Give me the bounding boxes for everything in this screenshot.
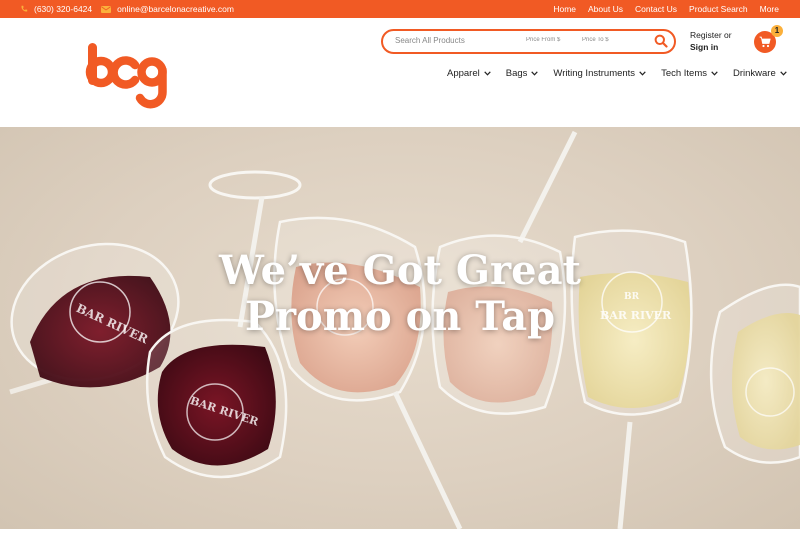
nav-item-bags[interactable]: Bags — [506, 68, 539, 79]
top-link-contact-us[interactable]: Contact Us — [635, 4, 677, 14]
chevron-down-icon — [484, 70, 491, 76]
cart-count-badge: 1 — [771, 25, 783, 37]
search-icon[interactable] — [654, 34, 668, 48]
top-link-product-search[interactable]: Product Search — [689, 4, 748, 14]
chevron-down-icon — [780, 70, 787, 76]
product-search-bar — [381, 29, 676, 54]
nav-item-label: Bags — [505, 67, 528, 79]
email-address: online@barcelonacreative.com — [117, 4, 234, 14]
hero-headline-line-1: We’ve Got Great — [219, 247, 581, 294]
top-link-about-us[interactable]: About Us — [588, 4, 623, 14]
sign-in-link[interactable]: Sign in — [690, 41, 732, 53]
nav-item-label: Tech Items — [661, 67, 707, 79]
email-contact[interactable]: online@barcelonacreative.com — [101, 4, 234, 14]
hero-headline: We’ve Got Great Promo on Tap — [0, 248, 800, 340]
hero-banner[interactable]: BAR RIVER BAR RIVER BAR RIVER BR We’ve G… — [0, 127, 800, 529]
page-bottom-strip — [0, 529, 800, 550]
top-links: Home About Us Contact Us Product Search … — [541, 0, 779, 18]
top-link-home[interactable]: Home — [553, 4, 576, 14]
contact-info: (630) 320-6424 online@barcelonacreative.… — [20, 0, 243, 18]
nav-item-tech-items[interactable]: Tech Items — [661, 68, 718, 79]
main-nav: Apparel Bags Writing Instruments Tech It… — [447, 66, 787, 80]
price-to-input[interactable] — [582, 37, 628, 43]
nav-item-writing-instruments[interactable]: Writing Instruments — [553, 68, 646, 79]
nav-item-label: Apparel — [447, 67, 480, 79]
nav-item-label: Drinkware — [733, 67, 776, 79]
search-input[interactable] — [395, 36, 515, 45]
phone-icon — [21, 5, 28, 12]
top-bar: (630) 320-6424 online@barcelonacreative.… — [0, 0, 800, 18]
top-link-more[interactable]: More — [760, 4, 779, 14]
nav-item-apparel[interactable]: Apparel — [447, 68, 491, 79]
glass-red-center: BAR RIVER — [145, 318, 288, 479]
chevron-down-icon — [531, 70, 539, 76]
account-links: Register or Sign in — [690, 29, 732, 53]
nav-item-label: Writing Instruments — [553, 67, 636, 79]
hero-headline-line-2: Promo on Tap — [244, 293, 556, 340]
chevron-down-icon — [711, 70, 718, 76]
nav-item-drinkware[interactable]: Drinkware — [733, 68, 787, 79]
cart-button[interactable]: 1 — [754, 25, 783, 53]
site-header: Register or Sign in 1 Apparel Bags Writi… — [0, 18, 800, 126]
chevron-down-icon — [639, 70, 646, 76]
phone-number: (630) 320-6424 — [34, 4, 93, 14]
envelope-icon — [101, 5, 112, 13]
price-from-input[interactable] — [526, 37, 576, 43]
register-link[interactable]: Register or — [690, 29, 732, 41]
phone-contact[interactable]: (630) 320-6424 — [20, 4, 92, 14]
shopping-cart-icon — [759, 36, 771, 48]
bcg-logo[interactable] — [85, 40, 167, 110]
